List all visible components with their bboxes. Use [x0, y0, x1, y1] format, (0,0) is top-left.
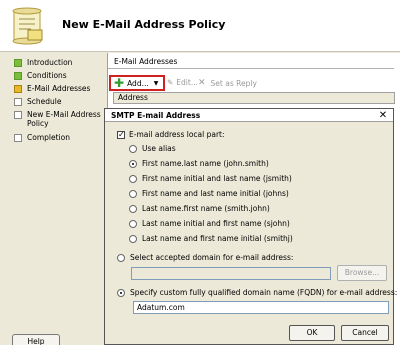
accepted-domain-field	[131, 267, 331, 280]
step-label: Schedule	[27, 97, 62, 106]
wizard-header: New E-Mail Address Policy	[0, 0, 400, 52]
add-icon: ✚	[114, 76, 125, 90]
option-first-last[interactable]: First name.last name (john.smith)	[129, 159, 269, 168]
option-last-first[interactable]: Last name.first name (smith.john)	[129, 204, 270, 213]
option-use-alias[interactable]: Use alias	[129, 144, 176, 153]
accepted-domain-option[interactable]: Select accepted domain for e-mail addres…	[117, 253, 293, 262]
cancel-button[interactable]: Cancel	[341, 325, 389, 341]
radio-button[interactable]	[129, 234, 137, 243]
option-label: Last name initial and first name (sjohn)	[142, 219, 290, 228]
step-pending-icon	[14, 134, 22, 142]
radio-button[interactable]	[129, 189, 137, 198]
option-label: Use alias	[142, 144, 176, 153]
option-label: Last name and first name initial (smithj…	[142, 234, 293, 243]
option-first-last-initial[interactable]: First name and last name initial (johns)	[129, 189, 289, 198]
step-pending-icon	[14, 98, 22, 106]
option-last-first-initial[interactable]: Last name and first name initial (smithj…	[129, 234, 293, 243]
option-label: Last name.first name (smith.john)	[142, 204, 270, 213]
step-label: Completion	[27, 133, 70, 142]
step-pending-icon	[14, 111, 22, 119]
edit-icon: ✎	[167, 78, 174, 87]
step-email-addresses: E-Mail Addresses	[14, 84, 105, 93]
step-done-icon	[14, 59, 22, 67]
edit-button[interactable]: ✎ Edit...	[167, 78, 198, 87]
set-reply-label: Set as Reply	[210, 78, 257, 88]
option-last-initial-first[interactable]: Last name initial and first name (sjohn)	[129, 219, 290, 228]
step-label: Introduction	[27, 58, 73, 67]
step-label: Conditions	[27, 71, 67, 80]
edit-label: Edit...	[176, 78, 198, 87]
remove-icon: ✕	[198, 78, 206, 88]
radio-button[interactable]	[129, 144, 137, 153]
radio-button[interactable]	[129, 174, 137, 183]
dialog-title: SMTP E-mail Address	[105, 109, 393, 122]
wizard-title: New E-Mail Address Policy	[62, 18, 226, 31]
add-label: Add...	[127, 78, 149, 88]
radio-button[interactable]	[129, 219, 137, 228]
scroll-icon	[12, 7, 43, 45]
local-part-checkbox-row[interactable]: ✓ E-mail address local part:	[117, 130, 225, 139]
radio-button[interactable]	[129, 159, 137, 168]
option-label: First name and last name initial (johns)	[142, 189, 289, 198]
option-first-initial-last[interactable]: First name initial and last name (jsmith…	[129, 174, 292, 183]
radio-button[interactable]	[129, 204, 137, 213]
wizard-steps: Introduction Conditions E-Mail Addresses…	[0, 53, 107, 345]
step-current-icon	[14, 85, 22, 93]
step-done-icon	[14, 72, 22, 80]
option-label: First name.last name (john.smith)	[142, 159, 269, 168]
divider	[108, 68, 394, 69]
set-as-reply-button[interactable]: ✕ Set as Reply	[198, 78, 257, 88]
step-label: New E-Mail Address Policy	[27, 110, 101, 128]
ok-button[interactable]: OK	[289, 325, 335, 341]
step-new-policy: New E-Mail Address Policy	[14, 110, 105, 128]
local-part-label: E-mail address local part:	[129, 130, 225, 139]
fqdn-label: Specify custom fully qualified domain na…	[130, 288, 398, 297]
option-label: First name initial and last name (jsmith…	[142, 174, 292, 183]
help-button[interactable]: Help	[12, 334, 60, 345]
step-conditions: Conditions	[14, 71, 105, 80]
close-icon[interactable]: ✕	[377, 110, 389, 121]
step-introduction: Introduction	[14, 58, 105, 67]
radio-button[interactable]	[117, 288, 125, 297]
dropdown-arrow-icon: ▼	[153, 79, 159, 87]
smtp-address-dialog: SMTP E-mail Address ✕ ✓ E-mail address l…	[104, 108, 397, 345]
add-button[interactable]: ✚ Add... ▼	[109, 75, 165, 91]
toolbar: ✚ Add... ▼ ✎ Edit... ✕ Set as Reply	[108, 75, 398, 91]
fqdn-option[interactable]: Specify custom fully qualified domain na…	[117, 288, 397, 297]
fqdn-input[interactable]: Adatum.com	[133, 301, 389, 314]
local-part-checkbox[interactable]: ✓	[117, 130, 125, 139]
address-column-header[interactable]: Address	[113, 92, 395, 104]
browse-button: Browse...	[337, 265, 387, 281]
accepted-domain-label: Select accepted domain for e-mail addres…	[130, 253, 294, 262]
step-schedule: Schedule	[14, 97, 105, 106]
step-label: E-Mail Addresses	[27, 84, 91, 93]
step-completion: Completion	[14, 133, 105, 142]
radio-button[interactable]	[117, 253, 125, 262]
section-title: E-Mail Addresses	[114, 57, 178, 66]
